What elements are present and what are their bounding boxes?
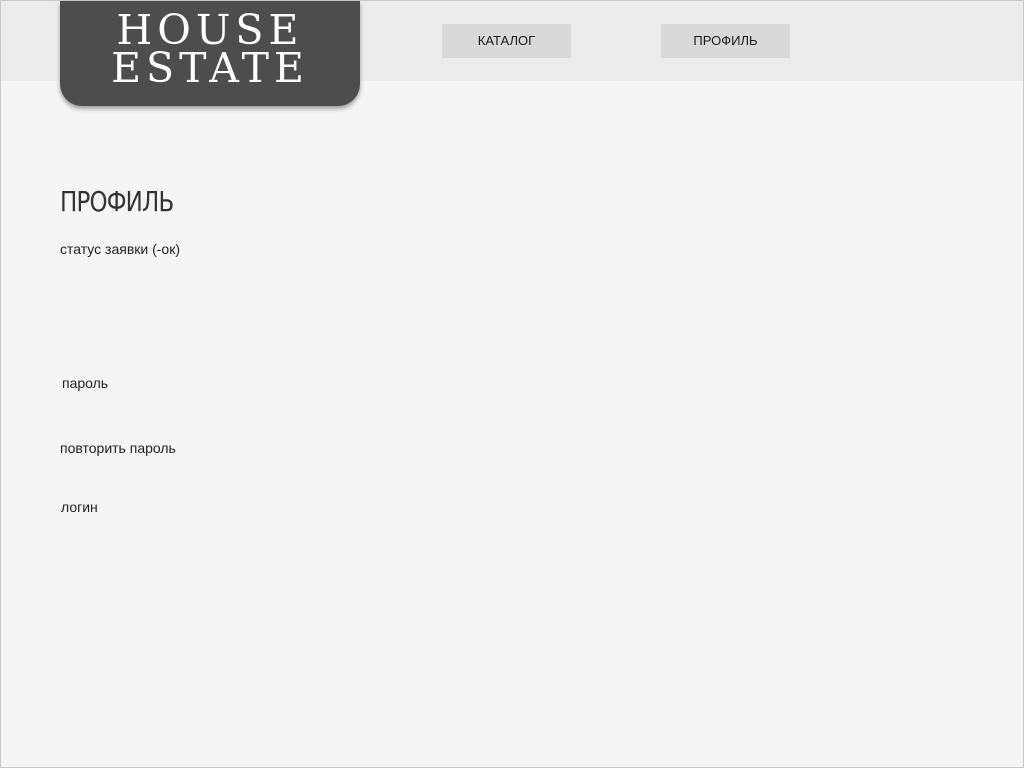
application-status-label: статус заявки (-ок) [60, 241, 180, 257]
nav-profile-button[interactable]: ПРОФИЛЬ [661, 24, 790, 58]
login-label: логин [61, 499, 98, 515]
logo-line-estate: ESTATE [111, 44, 309, 92]
page-title: ПРОФИЛЬ [60, 185, 174, 218]
nav-catalog-button[interactable]: КАТАЛОГ [442, 24, 571, 58]
password-label: пароль [62, 375, 109, 391]
page: HOUSE ESTATE КАТАЛОГ ПРОФИЛЬ ПРОФИЛЬ ста… [0, 0, 1024, 768]
site-logo[interactable]: HOUSE ESTATE [60, 1, 360, 106]
repeat-password-label: повторить пароль [60, 440, 176, 456]
